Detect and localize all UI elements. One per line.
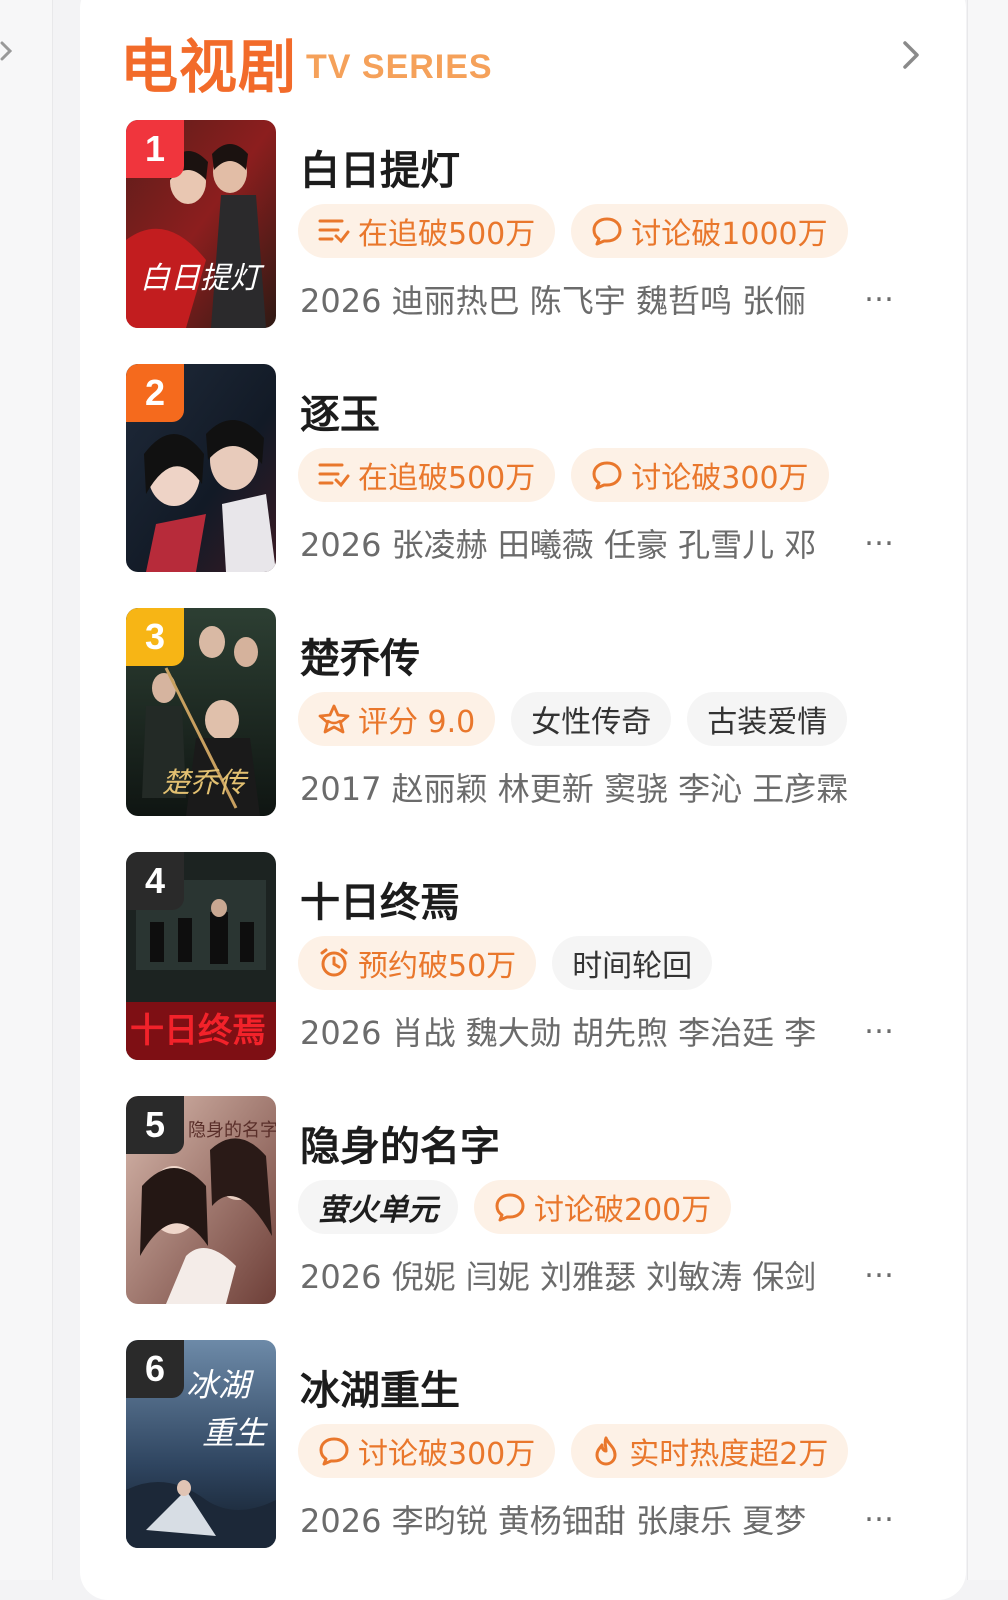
section-header: 电视剧 TV SERIES	[120, 14, 920, 101]
comment-icon	[319, 1437, 349, 1466]
previous-card-edge[interactable]	[0, 0, 53, 1580]
poster-image[interactable]: 十日终焉 4	[126, 852, 276, 1060]
genre-tag[interactable]: 女性传奇	[511, 692, 672, 746]
svg-text:楚乔传: 楚乔传	[162, 766, 249, 799]
discussion-count-tag[interactable]: 讨论破200万	[474, 1180, 732, 1234]
rank-badge: 6	[126, 1340, 184, 1398]
list-item[interactable]: 隐身的名字 5 隐身的名字 萤火单元 讨论破200万 2026 倪妮 闫妮 刘雅…	[126, 1096, 926, 1306]
show-title[interactable]: 白日提灯	[300, 138, 460, 196]
series-brand-tag[interactable]: 萤火单元	[298, 1180, 458, 1234]
show-title[interactable]: 隐身的名字	[300, 1114, 500, 1172]
comment-icon	[495, 1193, 525, 1222]
svg-text:隐身的名字: 隐身的名字	[188, 1120, 276, 1141]
rank-badge: 2	[126, 364, 184, 422]
star-icon	[318, 704, 350, 734]
show-title[interactable]: 逐玉	[300, 382, 380, 440]
list-follow-icon	[318, 219, 350, 244]
discussion-count-tag[interactable]: 讨论破300万	[298, 1424, 556, 1478]
poster-image[interactable]: 冰湖 重生 6	[126, 1340, 276, 1548]
rank-badge: 1	[126, 120, 184, 178]
show-title[interactable]: 楚乔传	[300, 626, 420, 684]
list-follow-icon	[318, 463, 350, 488]
show-title[interactable]: 冰湖重生	[300, 1358, 460, 1416]
section-title: 电视剧	[120, 33, 298, 101]
tag-row: 在追破500万 讨论破1000万	[298, 204, 848, 258]
year-cast: 2026 李昀锐 黄杨钿甜 张康乐 夏梦	[300, 1502, 807, 1540]
poster-image[interactable]: 楚乔传 3	[126, 608, 276, 816]
list-item[interactable]: 楚乔传 3 楚乔传 评分 9.0 女性传奇 古装爱情 2017 赵丽颖 林更新 …	[126, 608, 926, 818]
svg-text:白日提灯: 白日提灯	[140, 261, 265, 296]
list-item[interactable]: 冰湖 重生 6 冰湖重生 讨论破300万 实时热度超2万 2026 李昀锐 黄杨…	[126, 1340, 926, 1550]
year-cast: 2026 迪丽热巴 陈飞宇 魏哲鸣 张俪	[300, 282, 807, 320]
poster-image[interactable]: 隐身的名字 5	[126, 1096, 276, 1304]
tag-row: 讨论破300万 实时热度超2万	[298, 1424, 849, 1478]
genre-tag[interactable]: 时间轮回	[552, 936, 713, 990]
next-card-edge[interactable]	[967, 0, 1008, 1580]
more-cast-ellipsis: …	[864, 1006, 894, 1041]
reservation-count-tag[interactable]: 预约破50万	[298, 936, 537, 990]
discussion-count-tag[interactable]: 讨论破1000万	[571, 204, 848, 258]
year-cast: 2026 肖战 魏大勋 胡先煦 李治廷 李	[300, 1014, 817, 1052]
comment-icon	[592, 461, 622, 490]
follow-count-tag[interactable]: 在追破500万	[298, 204, 556, 258]
year-cast: 2026 倪妮 闫妮 刘雅瑟 刘敏涛 保剑	[300, 1258, 817, 1296]
year-cast: 2017 赵丽颖 林更新 窦骁 李沁 王彦霖	[300, 770, 849, 808]
flame-icon	[595, 1436, 617, 1466]
svg-text:冰湖: 冰湖	[186, 1366, 255, 1404]
tag-row: 评分 9.0 女性传奇 古装爱情	[298, 692, 848, 746]
list-item[interactable]: 白日提灯 1 白日提灯 在追破500万 讨论破1000万 2026 迪丽热巴 陈…	[126, 120, 926, 330]
rank-badge: 5	[126, 1096, 184, 1154]
more-cast-ellipsis: …	[864, 274, 894, 309]
svg-text:十日终焉: 十日终焉	[130, 1011, 266, 1051]
chevron-right-icon	[0, 41, 13, 61]
realtime-heat-tag[interactable]: 实时热度超2万	[571, 1424, 849, 1478]
discussion-count-tag[interactable]: 讨论破300万	[571, 448, 829, 502]
section-subtitle: TV SERIES	[306, 48, 493, 86]
comment-icon	[592, 217, 622, 246]
tag-row: 在追破500万 讨论破300万	[298, 448, 829, 502]
follow-count-tag[interactable]: 在追破500万	[298, 448, 556, 502]
more-cast-ellipsis: …	[864, 1250, 894, 1285]
poster-image[interactable]: 白日提灯 1	[126, 120, 276, 328]
year-cast: 2026 张凌赫 田曦薇 任豪 孔雪儿 邓	[300, 526, 817, 564]
show-title[interactable]: 十日终焉	[300, 870, 460, 928]
list-item[interactable]: 十日终焉 4 十日终焉 预约破50万 时间轮回 2026 肖战 魏大勋 胡先煦 …	[126, 852, 926, 1062]
rank-badge: 4	[126, 852, 184, 910]
genre-tag[interactable]: 古装爱情	[687, 692, 848, 746]
svg-text:重生: 重生	[202, 1414, 268, 1452]
tag-row: 萤火单元 讨论破200万	[298, 1180, 732, 1234]
rank-badge: 3	[126, 608, 184, 666]
list-item[interactable]: 2 逐玉 在追破500万 讨论破300万 2026 张凌赫 田曦薇 任豪 孔雪儿…	[126, 364, 926, 574]
rating-tag[interactable]: 评分 9.0	[298, 692, 496, 746]
alarm-icon	[320, 948, 348, 977]
chevron-right-icon[interactable]	[900, 38, 924, 72]
more-cast-ellipsis: …	[864, 1494, 894, 1529]
tag-row: 预约破50万 时间轮回	[298, 936, 713, 990]
more-cast-ellipsis: …	[864, 518, 894, 553]
poster-image[interactable]: 2	[126, 364, 276, 572]
